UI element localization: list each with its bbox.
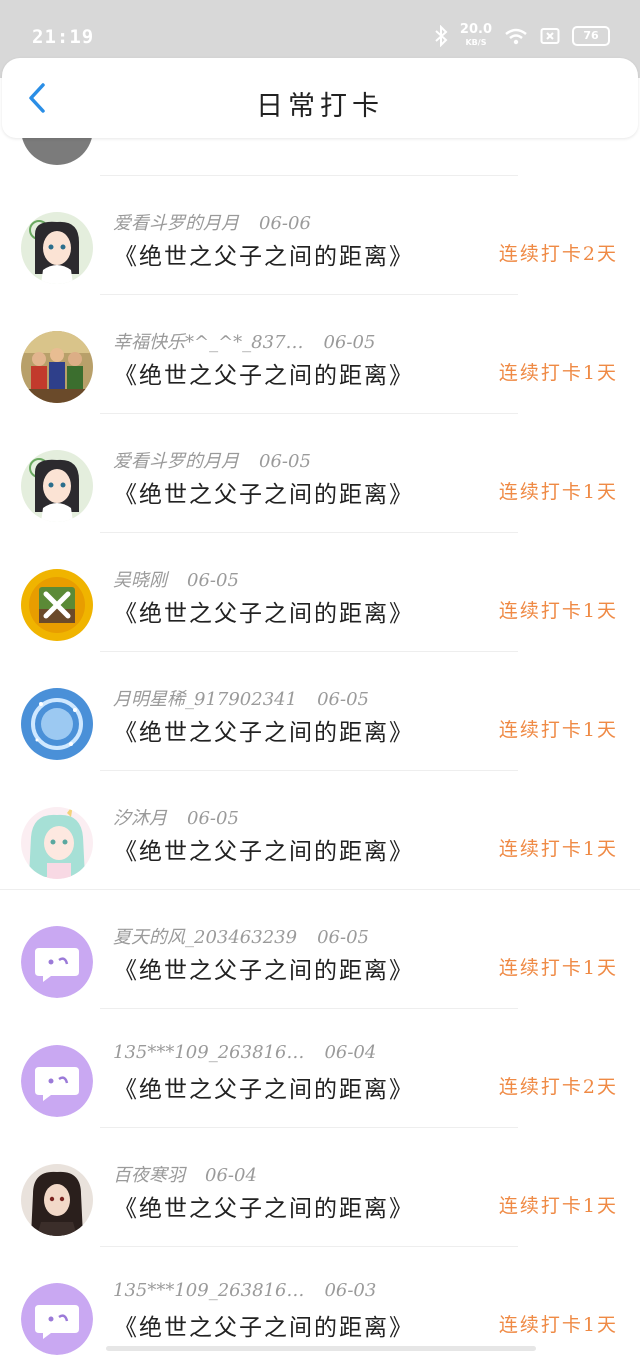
checkin-date: 06-05 [187, 570, 239, 591]
anime-girl-avatar [21, 212, 93, 284]
checkin-date: 06-06 [259, 213, 311, 234]
book-title[interactable]: 《绝世之父子之间的距离》 [114, 475, 414, 509]
row-meta: 135***109_263816… 06-03 [113, 1280, 376, 1301]
user-name[interactable]: 百夜寒羽 [113, 1165, 185, 1186]
user-name[interactable]: 汐沐月 [113, 808, 167, 829]
checkin-list[interactable]: 爱看斗罗的月月 06-06 《绝世之父子之间的距离》 连续打卡2天 幸福快乐*^_… [0, 0, 640, 1355]
blue-moon-avatar [21, 688, 93, 760]
streak-label: 连续打卡1天 [498, 719, 618, 741]
user-name[interactable]: 幸福快乐*^_^*_837… [113, 332, 304, 353]
row-meta: 百夜寒羽 06-04 [113, 1161, 257, 1187]
book-title[interactable]: 《绝世之父子之间的距离》 [114, 951, 414, 985]
row-meta: 汐沐月 06-05 [113, 804, 239, 830]
row-meta: 吴晓刚 06-05 [113, 566, 239, 592]
streak-label: 连续打卡1天 [498, 362, 618, 384]
book-title[interactable]: 《绝世之父子之间的距离》 [114, 713, 414, 747]
book-title[interactable]: 《绝世之父子之间的距离》 [114, 1189, 414, 1223]
book-title[interactable]: 《绝世之父子之间的距离》 [114, 1308, 414, 1342]
streak-label: 连续打卡1天 [498, 838, 618, 860]
tools-badge-avatar [21, 569, 93, 641]
checkin-date: 06-05 [317, 689, 369, 710]
checkin-date: 06-05 [259, 451, 311, 472]
book-title[interactable]: 《绝世之父子之间的距离》 [114, 1070, 414, 1104]
streak-label: 连续打卡1天 [498, 1314, 618, 1336]
list-item[interactable]: 汐沐月 06-05 《绝世之父子之间的距离》 连续打卡1天 [0, 771, 640, 890]
row-meta: 爱看斗罗的月月 06-06 [113, 209, 311, 235]
family-photo-avatar [21, 331, 93, 403]
streak-label: 连续打卡2天 [498, 243, 618, 265]
dark-anime-avatar [21, 1164, 93, 1236]
user-name[interactable]: 爱看斗罗的月月 [113, 451, 239, 472]
list-item[interactable]: 135***109_263816… 06-04 《绝世之父子之间的距离》 连续打卡… [0, 1009, 640, 1128]
chat-bubble-avatar [21, 1283, 93, 1355]
list-item[interactable]: 百夜寒羽 06-04 《绝世之父子之间的距离》 连续打卡1天 [0, 1128, 640, 1247]
streak-label: 连续打卡2天 [498, 1076, 618, 1098]
streak-label: 连续打卡1天 [498, 957, 618, 979]
list-item[interactable]: 月明星稀_917902341 06-05 《绝世之父子之间的距离》 连续打卡1天 [0, 652, 640, 771]
chat-bubble-avatar [21, 1045, 93, 1117]
book-title[interactable]: 《绝世之父子之间的距离》 [114, 832, 414, 866]
streak-label: 连续打卡1天 [498, 600, 618, 622]
row-meta: 幸福快乐*^_^*_837… 06-05 [113, 328, 375, 354]
user-name[interactable]: 135***109_263816… [113, 1042, 304, 1063]
user-name[interactable]: 吴晓刚 [113, 570, 167, 591]
page-title: 日常打卡 [256, 91, 384, 122]
checkin-date: 06-05 [323, 332, 376, 353]
list-item[interactable]: 爱看斗罗的月月 06-05 《绝世之父子之间的距离》 连续打卡1天 [0, 414, 640, 533]
row-meta: 爱看斗罗的月月 06-05 [113, 447, 311, 473]
book-title[interactable]: 《绝世之父子之间的距离》 [114, 356, 414, 390]
checkin-date: 06-05 [187, 808, 239, 829]
scrollbar[interactable] [106, 1346, 536, 1351]
row-meta: 夏天的风_203463239 06-05 [113, 923, 369, 949]
row-meta: 月明星稀_917902341 06-05 [113, 685, 369, 711]
anime-unicorn-girl-avatar [21, 807, 93, 879]
checkin-date: 06-05 [317, 927, 369, 948]
list-item[interactable]: 吴晓刚 06-05 《绝世之父子之间的距离》 连续打卡1天 [0, 533, 640, 652]
streak-label: 连续打卡1天 [498, 1195, 618, 1217]
book-title[interactable]: 《绝世之父子之间的距离》 [114, 237, 414, 271]
user-name[interactable]: 爱看斗罗的月月 [113, 213, 239, 234]
user-name[interactable]: 135***109_263816… [113, 1280, 304, 1301]
nav-bar: 日常打卡 [2, 58, 638, 138]
list-item[interactable]: 幸福快乐*^_^*_837… 06-05 《绝世之父子之间的距离》 连续打卡1天 [0, 295, 640, 414]
checkin-date: 06-03 [324, 1280, 377, 1301]
anime-girl-avatar [21, 450, 93, 522]
book-title[interactable]: 《绝世之父子之间的距离》 [114, 594, 414, 628]
row-meta: 135***109_263816… 06-04 [113, 1042, 376, 1063]
checkin-date: 06-04 [205, 1165, 257, 1186]
streak-label: 连续打卡1天 [498, 481, 618, 503]
list-item[interactable]: 夏天的风_203463239 06-05 《绝世之父子之间的距离》 连续打卡1天 [0, 890, 640, 1009]
chat-bubble-avatar [21, 926, 93, 998]
checkin-date: 06-04 [324, 1042, 377, 1063]
user-name[interactable]: 月明星稀_917902341 [113, 689, 297, 710]
user-name[interactable]: 夏天的风_203463239 [113, 927, 297, 948]
list-item[interactable]: 爱看斗罗的月月 06-06 《绝世之父子之间的距离》 连续打卡2天 [0, 176, 640, 295]
